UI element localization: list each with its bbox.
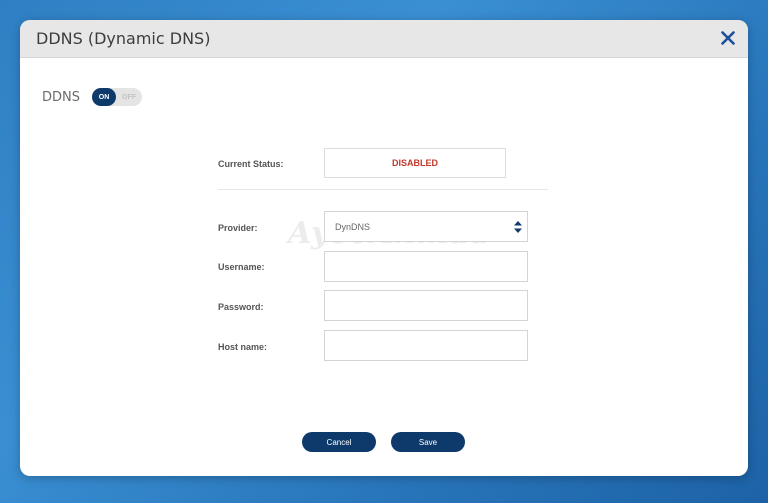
ddns-dialog: DDNS (Dynamic DNS) DDNS ON OFF Current S… <box>20 20 748 476</box>
select-arrows-icon <box>514 221 522 233</box>
provider-selected-value: DynDNS <box>335 221 371 232</box>
dialog-title: DDNS (Dynamic DNS) <box>36 29 211 48</box>
current-status-label: Current Status: <box>218 159 284 169</box>
save-button[interactable]: Save <box>391 432 465 452</box>
divider <box>218 189 548 190</box>
password-label: Password: <box>218 302 264 312</box>
hostname-label: Host name: <box>218 342 268 352</box>
toggle-on-label: ON <box>92 88 116 106</box>
ddns-label: DDNS <box>42 89 80 105</box>
ddns-toggle[interactable]: ON OFF <box>92 88 142 106</box>
ddns-toggle-row: DDNS ON OFF <box>42 88 142 106</box>
hostname-input[interactable] <box>324 330 528 361</box>
toggle-off-label: OFF <box>122 93 136 101</box>
close-icon <box>721 31 735 45</box>
provider-select[interactable]: DynDNS <box>324 211 528 242</box>
dialog-header: DDNS (Dynamic DNS) <box>20 20 748 58</box>
password-input[interactable] <box>324 290 528 321</box>
cancel-button[interactable]: Cancel <box>302 432 376 452</box>
close-button[interactable] <box>716 26 740 50</box>
username-input[interactable] <box>324 251 528 282</box>
provider-label: Provider: <box>218 223 258 233</box>
username-label: Username: <box>218 262 265 272</box>
status-badge: DISABLED <box>324 148 506 178</box>
